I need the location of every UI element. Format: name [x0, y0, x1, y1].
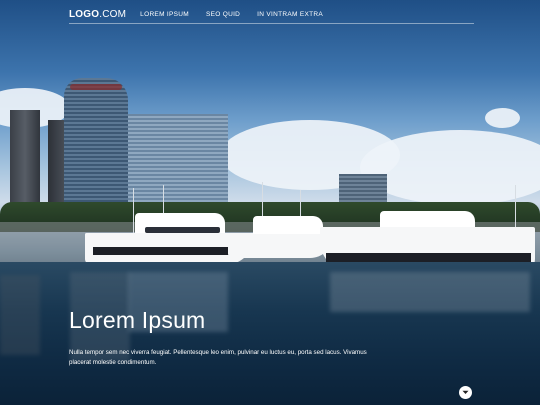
yacht-deck — [253, 216, 323, 236]
logo-main: LOGO — [69, 9, 100, 20]
hero-title: Lorem Ipsum — [69, 307, 206, 333]
cloud — [485, 108, 520, 128]
building — [128, 114, 228, 206]
nav-item-seo-quid[interactable]: SEO QUID — [206, 11, 240, 18]
scroll-down-button[interactable] — [459, 386, 472, 399]
hero-description: Nulla tempor sem nec viverra feugiat. Pe… — [69, 349, 367, 366]
yacht-hull — [228, 234, 333, 258]
cloud — [360, 130, 540, 205]
top-navigation: LOGO.COM LOREM IPSUM SEO QUID IN VINTRAM… — [69, 6, 474, 24]
logo[interactable]: LOGO.COM — [69, 9, 126, 20]
reflection — [0, 275, 40, 355]
hotel-tower — [64, 78, 128, 204]
nav-item-lorem-ipsum[interactable]: LOREM IPSUM — [140, 11, 189, 18]
reflection — [330, 272, 530, 312]
hotel-sign — [70, 84, 122, 90]
chevron-down-icon — [462, 390, 469, 395]
hero-section: LOGO.COM LOREM IPSUM SEO QUID IN VINTRAM… — [0, 0, 540, 405]
logo-suffix: .COM — [99, 9, 127, 20]
yacht-stripe — [93, 247, 243, 255]
building — [10, 110, 40, 205]
nav-item-in-vintram-extra[interactable]: IN VINTRAM EXTRA — [257, 11, 323, 18]
